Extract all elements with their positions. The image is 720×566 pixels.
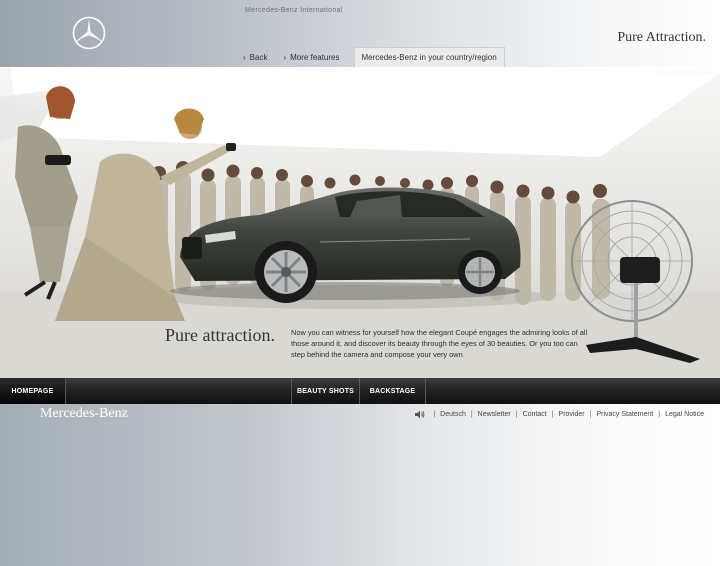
backstage-tab[interactable]: BACKSTAGE (359, 378, 426, 404)
more-features-label: More features (290, 52, 340, 62)
deutsch-link[interactable]: Deutsch (440, 411, 466, 418)
mercedes-star-icon[interactable] (72, 16, 106, 50)
homepage-tab[interactable]: HOMEPAGE (0, 378, 66, 404)
back-link[interactable]: › Back (235, 47, 275, 67)
hero-title: Pure attraction. (165, 325, 275, 345)
contact-link[interactable]: Contact (523, 411, 547, 418)
speaker-icon[interactable] (415, 410, 425, 419)
main-navbar: HOMEPAGE BEAUTY SHOTS BACKSTAGE (0, 378, 720, 404)
provider-link[interactable]: Provider (559, 411, 585, 418)
tagline: Pure Attraction. (617, 30, 706, 45)
site-label: Mercedes-Benz International (245, 7, 343, 14)
more-features-link[interactable]: › More features (275, 47, 347, 67)
chevron-right-icon: › (283, 52, 287, 62)
link-separator: | (433, 411, 436, 418)
hero-description: Now you can witness for yourself how the… (291, 328, 588, 359)
country-region-label: Mercedes-Benz in your country/region (361, 53, 497, 62)
site-header: Mercedes-Benz International › Back › Mor… (0, 0, 720, 67)
chevron-right-icon: › (243, 52, 246, 62)
back-link-label: Back (249, 52, 268, 62)
link-separator: | (515, 411, 518, 418)
link-separator: | (470, 411, 473, 418)
photo-credit: Photo: Uli Heckmann (654, 71, 711, 77)
link-separator: | (589, 411, 592, 418)
link-separator: | (551, 411, 554, 418)
hero-banner[interactable]: Photo: Uli Heckmann Pure attraction. Now… (0, 67, 720, 378)
link-separator: | (658, 411, 661, 418)
footer-links: | Deutsch | Newsletter | Contact | Provi… (415, 410, 704, 419)
brand-wordmark[interactable]: Mercedes-Benz (40, 406, 128, 422)
privacy-statement-link[interactable]: Privacy Statement (596, 411, 653, 418)
beauty-shots-tab[interactable]: BEAUTY SHOTS (292, 378, 359, 404)
newsletter-link[interactable]: Newsletter (478, 411, 511, 418)
header-nav: › Back › More features Mercedes-Benz in … (235, 47, 505, 67)
country-region-tab[interactable]: Mercedes-Benz in your country/region (353, 47, 505, 67)
legal-notice-link[interactable]: Legal Notice (665, 411, 704, 418)
site-footer: Mercedes-Benz | Deutsch | Newsletter | C… (0, 404, 720, 424)
